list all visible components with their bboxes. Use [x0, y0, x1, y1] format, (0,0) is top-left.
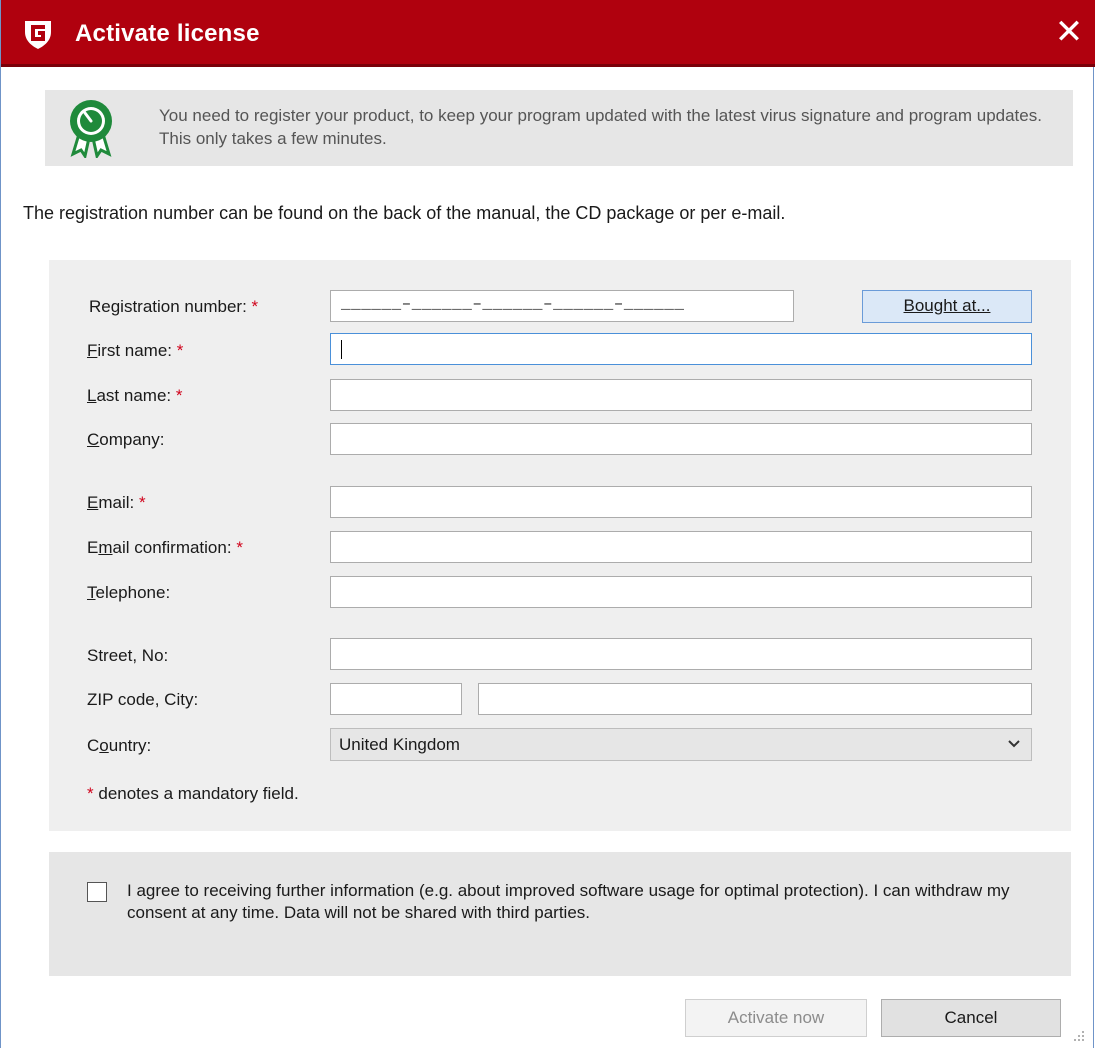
- registration-number-input[interactable]: ______–______–______–______–______: [330, 290, 794, 322]
- country-label: Country:: [87, 736, 151, 756]
- required-marker: *: [138, 493, 146, 512]
- first-name-mnemonic: F: [87, 341, 98, 360]
- consent-text: I agree to receiving further information…: [127, 881, 1010, 922]
- required-marker: *: [176, 341, 184, 360]
- activate-now-button[interactable]: Activate now: [685, 999, 867, 1037]
- banner-text: You need to register your product, to ke…: [159, 106, 1042, 148]
- street-input[interactable]: [330, 638, 1032, 670]
- registration-number-mask: ______–______–______–______–______: [341, 295, 685, 313]
- email-input[interactable]: [330, 486, 1032, 518]
- company-label: Company:: [87, 430, 164, 450]
- company-input[interactable]: [330, 423, 1032, 455]
- company-mnemonic: C: [87, 430, 100, 449]
- window-title: Activate license: [75, 20, 260, 47]
- consent-checkbox[interactable]: [87, 882, 107, 902]
- registration-number-label-text: Registration number:: [89, 297, 247, 316]
- award-clock-icon: [70, 100, 112, 158]
- bought-at-button[interactable]: Bought at...: [862, 290, 1032, 323]
- country-selected-value: United Kingdom: [339, 735, 460, 754]
- first-name-label-text: irst name:: [97, 341, 173, 360]
- telephone-input[interactable]: [330, 576, 1032, 608]
- last-name-label-text: ast name:: [96, 386, 172, 405]
- email-confirmation-mnemonic: m: [98, 538, 113, 557]
- mandatory-note-text: denotes a mandatory field.: [98, 784, 299, 803]
- required-marker: *: [87, 784, 94, 803]
- activate-license-window: Activate license ✕ You need to register …: [0, 0, 1095, 1048]
- country-label-text: untry:: [108, 736, 152, 755]
- required-marker: *: [175, 386, 183, 405]
- last-name-label: Last name: *: [87, 386, 182, 406]
- zip-city-label: ZIP code, City:: [87, 690, 199, 709]
- registration-number-label: Registration number: *: [89, 297, 258, 317]
- info-banner: You need to register your product, to ke…: [45, 90, 1073, 166]
- street-label: Street, No:: [87, 646, 169, 665]
- email-label-text: mail:: [98, 493, 135, 512]
- title-bar: Activate license ✕: [1, 0, 1095, 67]
- email-confirmation-input[interactable]: [330, 531, 1032, 563]
- chevron-down-icon: [1008, 740, 1020, 748]
- country-mnemonic: o: [99, 736, 109, 755]
- intro-text: The registration number can be found on …: [23, 203, 786, 223]
- resize-grip-icon[interactable]: [1073, 1030, 1085, 1042]
- first-name-label: First name: *: [87, 341, 183, 361]
- company-label-text: ompany:: [99, 430, 165, 449]
- required-marker: *: [251, 297, 259, 316]
- email-mnemonic: E: [87, 493, 99, 512]
- mandatory-note: * denotes a mandatory field.: [87, 784, 299, 804]
- gdata-shield-icon: [25, 21, 51, 49]
- last-name-input[interactable]: [330, 379, 1032, 411]
- zip-code-input[interactable]: [330, 683, 462, 715]
- email-confirmation-label-text: ail confirmation:: [112, 538, 232, 557]
- country-select[interactable]: United Kingdom: [330, 728, 1032, 761]
- telephone-label: Telephone:: [87, 583, 170, 603]
- required-marker: *: [236, 538, 243, 557]
- email-confirmation-prefix: E: [87, 538, 99, 557]
- close-button[interactable]: ✕: [1049, 12, 1089, 52]
- first-name-input[interactable]: [330, 333, 1032, 365]
- email-confirmation-label: Email confirmation: *: [87, 538, 243, 558]
- telephone-mnemonic: T: [87, 583, 96, 602]
- telephone-label-text: elephone:: [95, 583, 171, 602]
- city-input[interactable]: [478, 683, 1032, 715]
- email-label: Email: *: [87, 493, 146, 513]
- cancel-button[interactable]: Cancel: [881, 999, 1061, 1037]
- text-caret: [341, 340, 342, 359]
- country-prefix: C: [87, 736, 100, 755]
